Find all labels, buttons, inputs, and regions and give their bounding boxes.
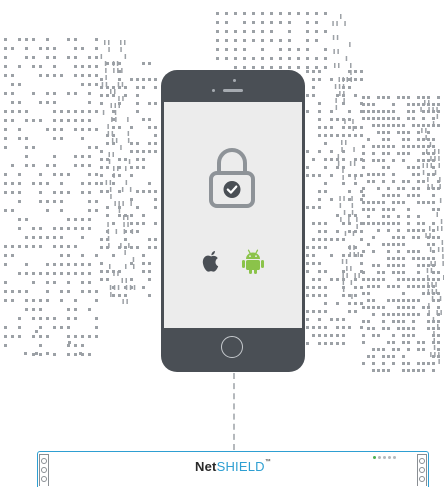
brand-main: SHIELD [216, 459, 265, 474]
rack-screw-hole [419, 467, 425, 473]
rack-ear-right [417, 454, 427, 486]
status-led [383, 456, 386, 459]
android-logo-icon [242, 249, 264, 274]
status-led-row [373, 456, 396, 459]
status-led [378, 456, 381, 459]
netshield-logo: NetSHIELD™ [38, 459, 428, 474]
status-led [393, 456, 396, 459]
trademark-mark: ™ [264, 459, 271, 465]
netshield-appliance: NetSHIELD™ [37, 451, 429, 487]
phone-home-button [221, 336, 243, 358]
check-circle-icon [223, 181, 241, 198]
rack-screw-hole [41, 476, 47, 482]
phone-screen [164, 102, 302, 328]
connection-cable [233, 373, 235, 450]
illustration-stage: NetSHIELD™ [0, 0, 444, 487]
phone-earpiece [223, 89, 243, 92]
apple-logo-icon [202, 251, 219, 272]
rack-screw-hole [419, 458, 425, 464]
rack-screw-hole [419, 476, 425, 482]
smartphone [161, 70, 305, 372]
brand-prefix: Net [195, 459, 217, 474]
lock-icon [209, 148, 255, 208]
phone-camera-dot [212, 89, 215, 92]
status-led [373, 456, 376, 459]
status-led [388, 456, 391, 459]
phone-sensor-dot [233, 79, 236, 82]
